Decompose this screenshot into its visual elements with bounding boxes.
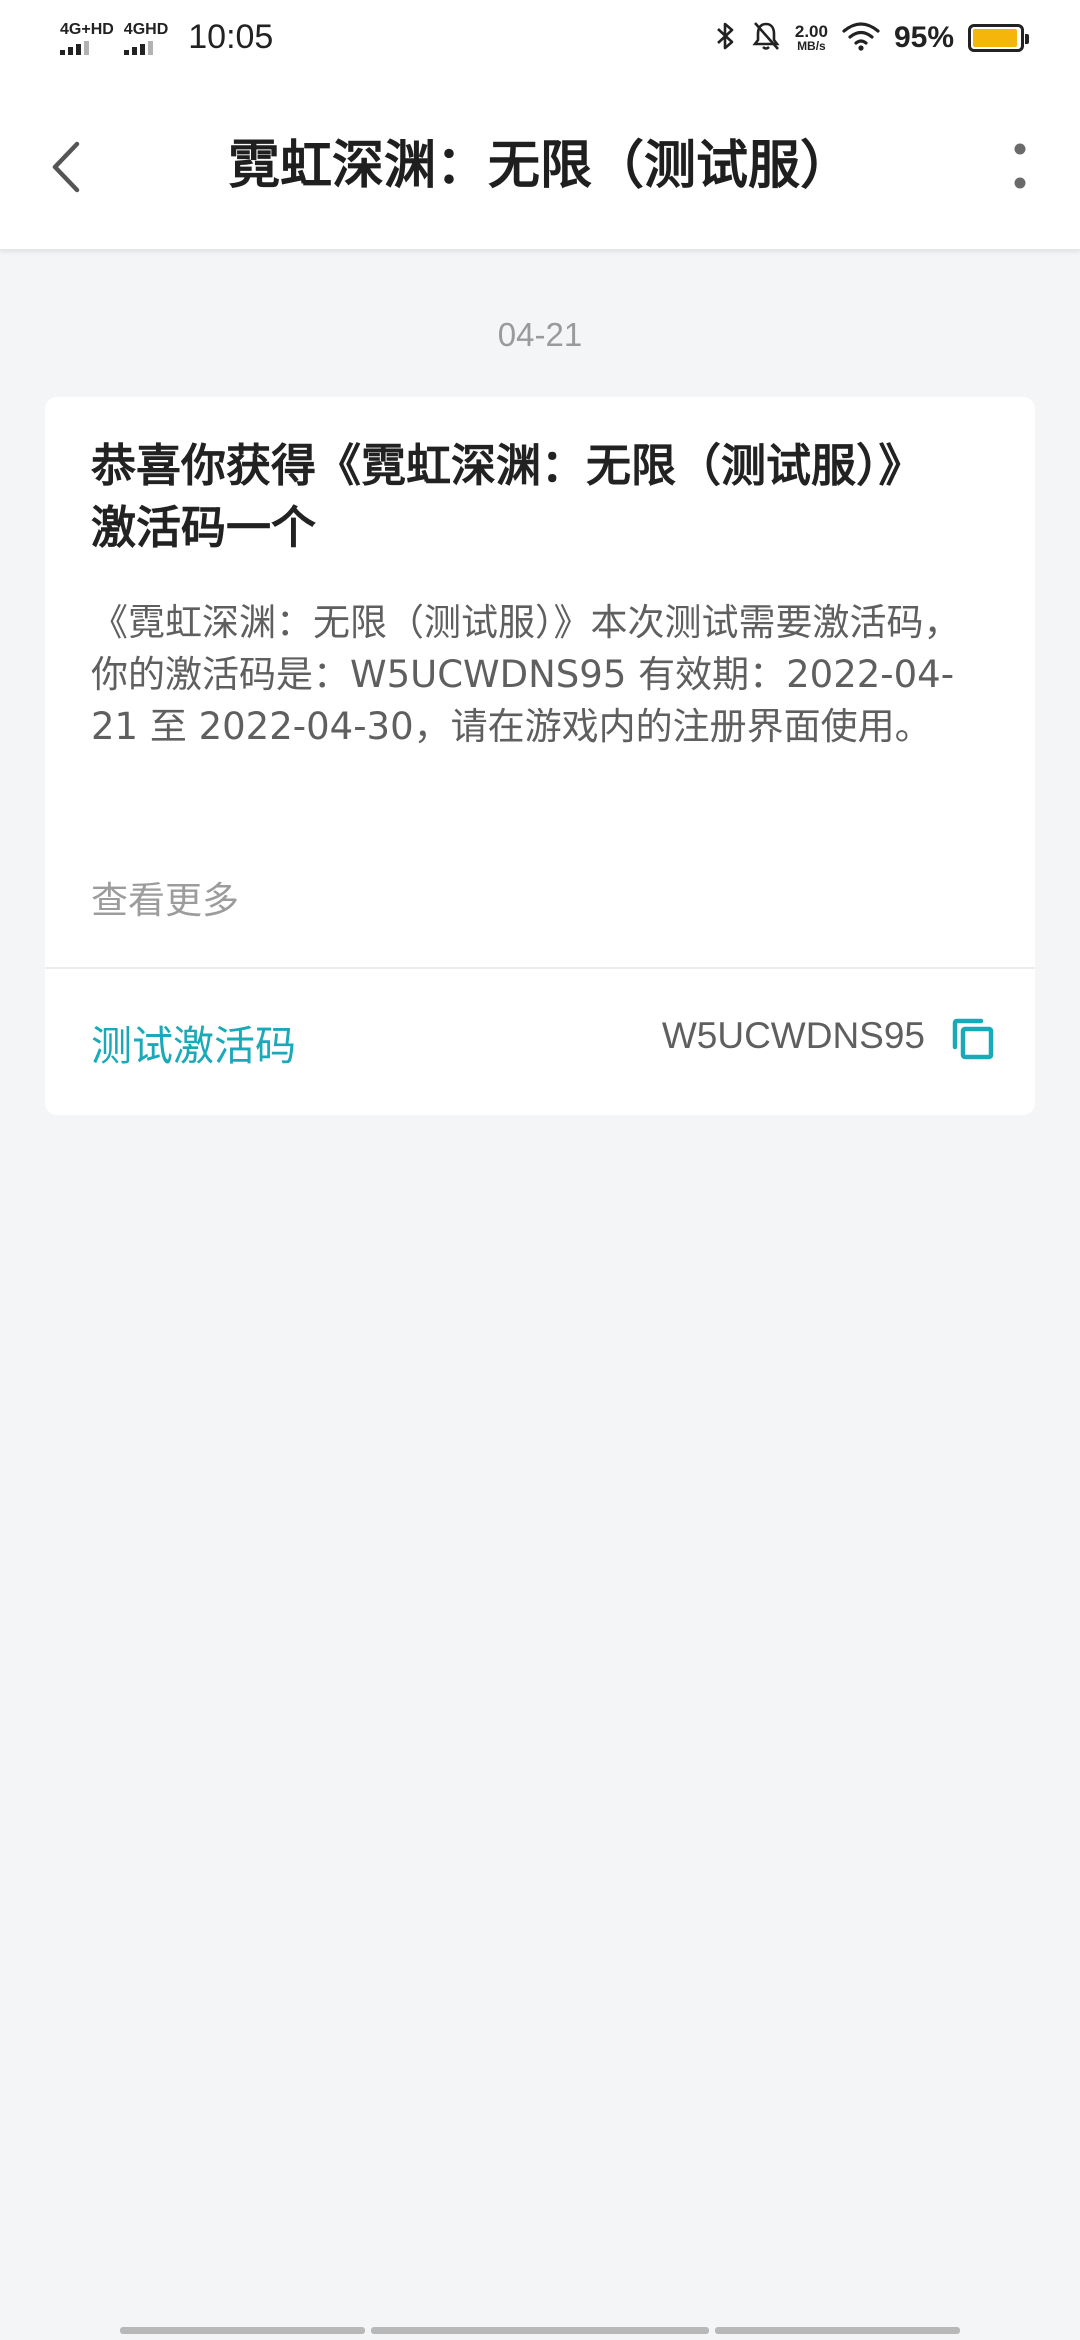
status-bar: 4G+HD 4GHD 10:05 2.00 MB/s 95% (0, 0, 1080, 84)
wifi-icon (842, 21, 880, 55)
battery-icon (968, 24, 1029, 52)
message-title: 恭喜你获得《霓虹深渊：无限（测试服）》激活码一个 (91, 439, 924, 554)
bluetooth-icon (715, 20, 737, 56)
signal-indicator-2: 4GHD (123, 20, 169, 55)
message-body: 《霓虹深渊：无限（测试服）》本次测试需要激活码，你的激活码是：W5UCWDNS9… (91, 601, 961, 748)
status-left: 4G+HD 4GHD 10:05 (60, 18, 273, 57)
chevron-left-icon (52, 141, 80, 193)
activation-code-label: 测试激活码 (91, 1022, 296, 1070)
back-button[interactable] (36, 134, 96, 200)
card-divider (45, 967, 1035, 969)
gesture-bar-right[interactable] (715, 2327, 960, 2334)
activation-code-value: W5UCWDNS95 (661, 1015, 925, 1056)
net-speed-value: 2.00 (794, 22, 828, 41)
navigation-gesture-bar (0, 2320, 1080, 2340)
net-speed: 2.00 MB/s (795, 23, 828, 53)
gesture-bar-left[interactable] (120, 2327, 365, 2334)
message-card: 恭喜你获得《霓虹深渊：无限（测试服）》激活码一个 《霓虹深渊：无限（测试服）》本… (45, 397, 1035, 1115)
see-more-link[interactable]: 查看更多 (91, 870, 239, 924)
clock: 10:05 (188, 18, 274, 56)
signal-label-1: 4G+HD (60, 20, 114, 38)
battery-percent: 95% (893, 21, 954, 54)
page-title: 霓虹深渊：无限（测试服） (227, 136, 852, 196)
signal-bars-icon (123, 40, 153, 55)
status-right: 2.00 MB/s 95% (715, 20, 1029, 56)
net-speed-unit: MB/s (797, 39, 826, 53)
battery-level (973, 29, 1017, 47)
copy-button[interactable] (949, 1015, 997, 1063)
mute-icon (751, 20, 781, 56)
more-vertical-icon (1014, 143, 1026, 189)
copy-icon (952, 1018, 994, 1060)
message-date: 04-21 (497, 316, 583, 353)
signal-label-2: 4GHD (123, 20, 169, 38)
app-header: 霓虹深渊：无限（测试服） (0, 84, 1080, 250)
gesture-bar-center[interactable] (371, 2327, 709, 2334)
signal-bars-icon (60, 40, 89, 55)
more-options-button[interactable] (990, 134, 1050, 200)
signal-indicator-1: 4G+HD (60, 21, 114, 55)
